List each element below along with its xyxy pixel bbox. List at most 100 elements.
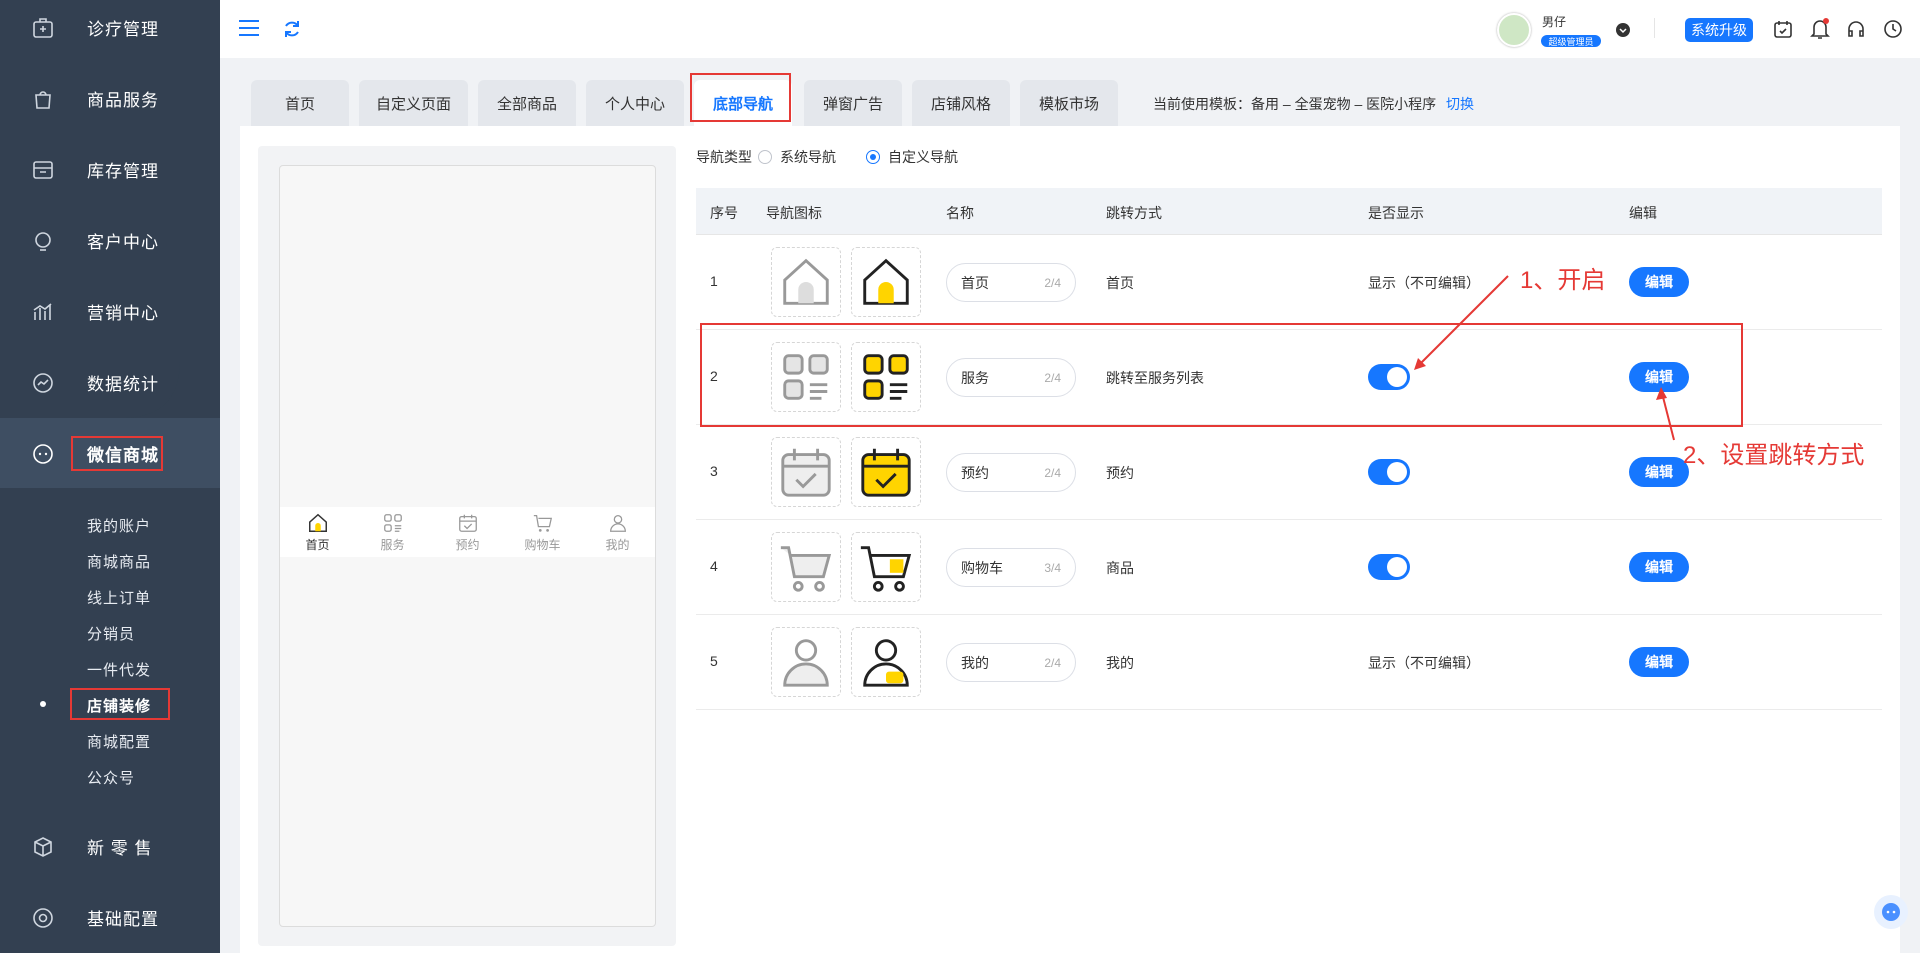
headset-icon[interactable] bbox=[1846, 19, 1866, 39]
tab-custom-page[interactable]: 自定义页面 bbox=[359, 80, 468, 126]
jump-text: 预约 bbox=[1106, 465, 1134, 481]
template-info: 当前使用模板：备用 – 全蛋宠物 – 医院小程序 切换 bbox=[1153, 94, 1474, 114]
edit-button[interactable]: 编辑 bbox=[1629, 647, 1689, 677]
chevron-down-icon[interactable] bbox=[1616, 23, 1630, 37]
menu-label: 诊疗管理 bbox=[87, 20, 159, 39]
th-edit: 编辑 bbox=[1629, 205, 1657, 221]
upgrade-button[interactable]: 系统升级 bbox=[1685, 18, 1753, 42]
home-icon bbox=[863, 258, 909, 305]
switch-link[interactable]: 切换 bbox=[1446, 96, 1474, 112]
menu-item-4[interactable]: 营销中心 bbox=[0, 276, 220, 347]
row-no: 3 bbox=[710, 463, 718, 479]
phone-tab-home[interactable]: 首页 bbox=[280, 507, 355, 557]
cart-icon bbox=[533, 514, 552, 532]
person-icon bbox=[609, 514, 626, 532]
radio-label: 自定义导航 bbox=[888, 149, 958, 165]
edit-button[interactable]: 编辑 bbox=[1629, 267, 1689, 297]
bag-icon bbox=[35, 90, 51, 109]
icon-slot-active[interactable] bbox=[851, 247, 921, 317]
highlight-box bbox=[690, 73, 791, 122]
phone-tab-label: 预约 bbox=[455, 537, 480, 552]
highlight-box bbox=[70, 688, 170, 720]
divider bbox=[1654, 18, 1655, 38]
menu-label: 客户中心 bbox=[87, 233, 159, 252]
edit-button[interactable]: 编辑 bbox=[1629, 552, 1689, 582]
th-jump: 跳转方式 bbox=[1106, 205, 1162, 221]
icon-slot-default[interactable] bbox=[771, 437, 841, 507]
refresh-icon[interactable] bbox=[282, 19, 302, 39]
topbar: 男仔 超级管理员 系统升级 bbox=[220, 0, 1920, 58]
name-input[interactable]: 首页 2/4 bbox=[946, 263, 1076, 302]
icon-slot-active[interactable] bbox=[851, 437, 921, 507]
menu-item-2[interactable]: 库存管理 bbox=[0, 134, 220, 205]
jump-text: 我的 bbox=[1106, 655, 1134, 671]
name-input[interactable]: 预约 2/4 bbox=[946, 453, 1076, 492]
tab-shop-style[interactable]: 店铺风格 bbox=[912, 80, 1010, 126]
tab-home[interactable]: 首页 bbox=[251, 80, 349, 126]
menu-item-5[interactable]: 数据统计 bbox=[0, 347, 220, 418]
name-input[interactable]: 购物车 3/4 bbox=[946, 548, 1076, 587]
highlight-box-row bbox=[700, 323, 1743, 427]
bell-icon[interactable] bbox=[1810, 18, 1830, 40]
icon-slot-active[interactable] bbox=[851, 532, 921, 602]
nav-type-label: 导航类型 bbox=[696, 149, 752, 165]
settings-icon bbox=[33, 907, 53, 928]
sub-item[interactable]: 商城配置 bbox=[87, 731, 151, 752]
row-no: 4 bbox=[710, 558, 718, 574]
avatar[interactable] bbox=[1497, 13, 1531, 47]
phone-tab-mine[interactable]: 我的 bbox=[580, 507, 655, 557]
phone-tab-booking[interactable]: 预约 bbox=[430, 507, 505, 557]
menu-item-3[interactable]: 客户中心 bbox=[0, 205, 220, 276]
sub-item[interactable]: 一件代发 bbox=[87, 659, 151, 680]
menu-label: 营销中心 bbox=[87, 304, 159, 323]
calendar-check-icon[interactable] bbox=[1773, 19, 1793, 39]
table-row: 5 我的 2/4 我的 显示（不可编辑） 编辑 bbox=[696, 615, 1882, 710]
show-toggle[interactable] bbox=[1368, 459, 1410, 485]
phone-tab-cart[interactable]: 购物车 bbox=[505, 507, 580, 557]
active-dot bbox=[40, 701, 46, 707]
tab-all-goods[interactable]: 全部商品 bbox=[478, 80, 576, 126]
package-icon bbox=[34, 836, 52, 857]
row-no: 1 bbox=[710, 273, 718, 289]
sub-item[interactable]: 公众号 bbox=[87, 767, 135, 788]
name-value: 我的 bbox=[961, 654, 989, 671]
user-head-icon bbox=[35, 231, 51, 251]
icon-slot-default[interactable] bbox=[771, 247, 841, 317]
icon-slot-default[interactable] bbox=[771, 627, 841, 697]
sub-item[interactable]: 分销员 bbox=[87, 623, 135, 644]
th-icon: 导航图标 bbox=[766, 205, 822, 221]
phone-tabbar: 首页 服务 预约 购物车 我的 bbox=[280, 507, 655, 557]
phone-preview: 首页 服务 预约 购物车 我的 bbox=[279, 165, 656, 927]
calendar-icon bbox=[781, 448, 831, 497]
phone-tab-label: 服务 bbox=[380, 537, 405, 552]
phone-tab-service[interactable]: 服务 bbox=[355, 507, 430, 557]
th-show: 是否显示 bbox=[1368, 205, 1424, 221]
tab-popup-ad[interactable]: 弹窗广告 bbox=[804, 80, 902, 126]
edit-button[interactable]: 编辑 bbox=[1629, 457, 1689, 487]
sub-item[interactable]: 商城商品 bbox=[87, 551, 151, 572]
clock-icon[interactable] bbox=[1883, 19, 1903, 39]
cart-icon bbox=[860, 546, 912, 592]
menu-toggle-icon[interactable] bbox=[238, 18, 260, 38]
sub-item[interactable]: 我的账户 bbox=[87, 515, 151, 536]
menu-item-7[interactable]: 新 零 售 bbox=[0, 811, 220, 882]
icon-slot-active[interactable] bbox=[851, 627, 921, 697]
show-toggle[interactable] bbox=[1368, 554, 1410, 580]
template-text: 当前使用模板：备用 – 全蛋宠物 – 医院小程序 bbox=[1153, 96, 1437, 112]
sub-item[interactable]: 线上订单 bbox=[87, 587, 151, 608]
role-badge: 超级管理员 bbox=[1541, 35, 1601, 47]
menu-item-1[interactable]: 商品服务 bbox=[0, 63, 220, 134]
phone-tab-label: 购物车 bbox=[524, 537, 561, 552]
icon-slot-default[interactable] bbox=[771, 532, 841, 602]
radio-system-nav[interactable] bbox=[758, 150, 772, 164]
table-row: 4 购物车 3/4 商品 编辑 bbox=[696, 520, 1882, 615]
name-input[interactable]: 我的 2/4 bbox=[946, 643, 1076, 682]
radio-custom-nav[interactable] bbox=[866, 150, 880, 164]
help-chat-button[interactable] bbox=[1874, 895, 1908, 929]
menu-item-8[interactable]: 基础配置 bbox=[0, 882, 220, 953]
person-icon bbox=[783, 639, 829, 687]
menu-item-0[interactable]: 诊疗管理 bbox=[0, 0, 220, 63]
tab-template-market[interactable]: 模板市场 bbox=[1020, 80, 1118, 126]
tab-personal-center[interactable]: 个人中心 bbox=[586, 80, 684, 126]
annotation-1: 1、开启 bbox=[1520, 267, 1606, 294]
